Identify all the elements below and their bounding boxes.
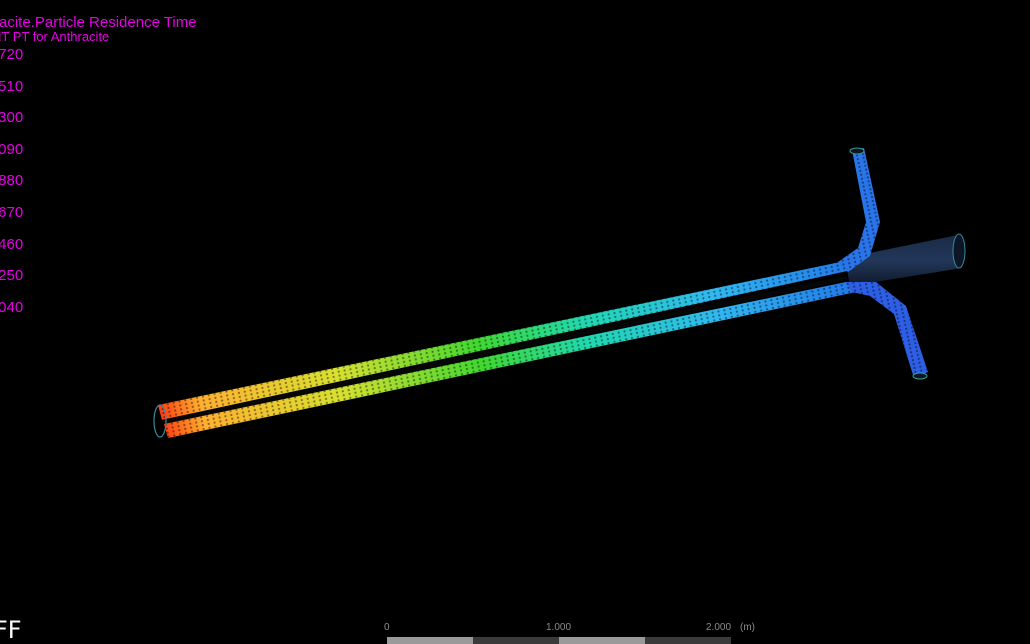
- legend-value: .040: [0, 298, 24, 316]
- scale-bar: 0 1.000 2.000 (m): [384, 622, 764, 644]
- particle-tracks-lower-branch: [846, 282, 928, 380]
- legend-value: .510: [0, 77, 24, 95]
- 3d-viewport[interactable]: [0, 0, 1030, 644]
- legend-value: .460: [0, 235, 24, 253]
- particle-tracks-main: [158, 262, 856, 438]
- corner-label: FF: [0, 616, 22, 644]
- legend-subtitle: NT PT for Anthracite: [0, 29, 110, 44]
- scale-segment-1: [387, 637, 473, 644]
- legend-value: .880: [0, 172, 24, 190]
- scale-segment-2: [473, 637, 559, 644]
- scale-label-1: 1.000: [546, 622, 572, 633]
- scale-segment-3: [559, 637, 645, 644]
- legend-value: .090: [0, 140, 24, 158]
- legend-value: .250: [0, 267, 24, 285]
- legend-value: .720: [0, 46, 24, 63]
- scale-label-2: 2.000: [706, 622, 732, 633]
- scale-unit: (m): [740, 622, 755, 633]
- scale-segment-4: [645, 637, 731, 644]
- legend-value: .300: [0, 109, 24, 127]
- scale-label-0: 0: [384, 622, 390, 633]
- legend-value: .670: [0, 204, 24, 221]
